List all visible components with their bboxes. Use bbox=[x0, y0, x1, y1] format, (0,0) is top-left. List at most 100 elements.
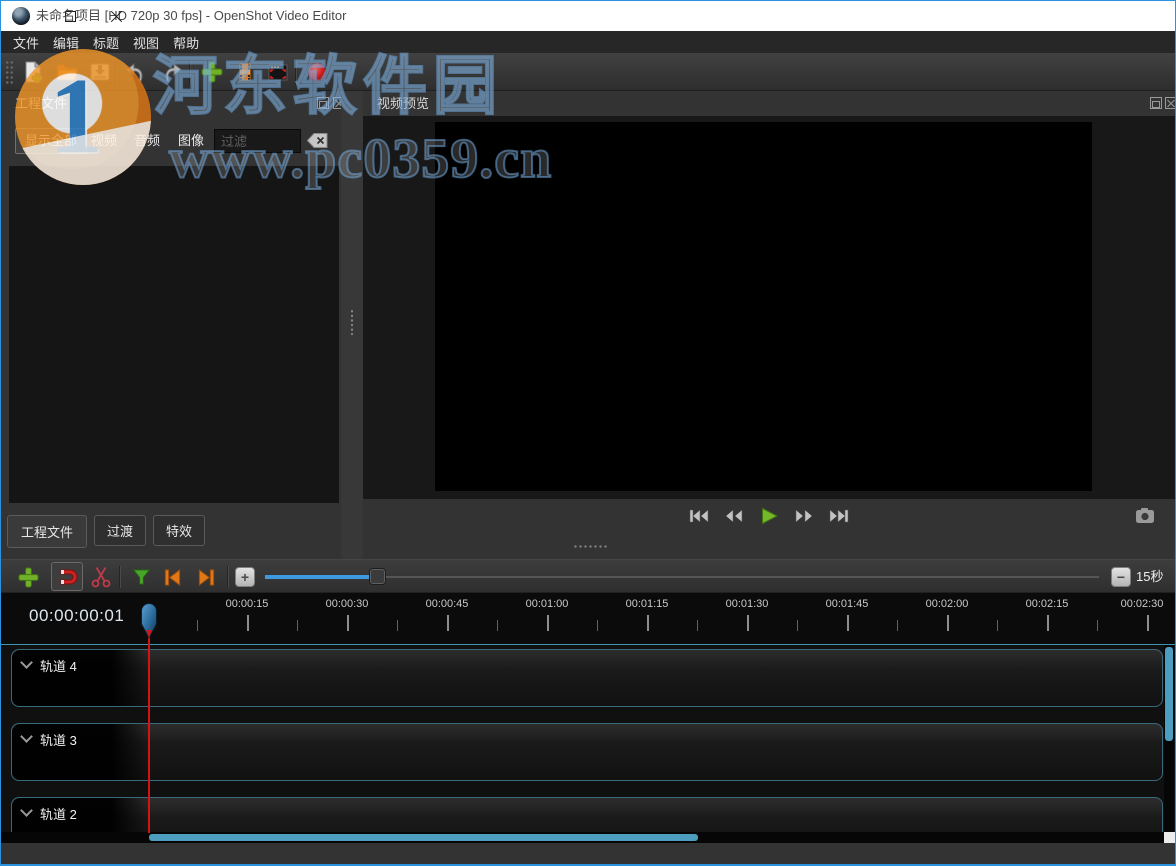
preview-panel-close-icon[interactable] bbox=[1165, 97, 1176, 109]
tab-project-files[interactable]: 工程文件 bbox=[7, 515, 87, 548]
menu-title[interactable]: 标题 bbox=[93, 33, 119, 52]
project-files-list[interactable] bbox=[9, 166, 339, 503]
snapping-toggle-button[interactable] bbox=[51, 562, 83, 591]
undo-icon bbox=[126, 61, 148, 83]
import-files-icon bbox=[201, 61, 223, 83]
undo-button[interactable] bbox=[123, 57, 151, 87]
track-2[interactable]: 轨道 2 bbox=[11, 797, 1163, 832]
track-3[interactable]: 轨道 3 bbox=[11, 723, 1163, 781]
vertical-scrollbar-thumb[interactable] bbox=[1165, 647, 1173, 741]
ruler-label: 00:01:45 bbox=[826, 598, 869, 610]
import-files-button[interactable] bbox=[198, 57, 226, 87]
toolbar-separator bbox=[189, 60, 190, 85]
play-icon bbox=[761, 508, 778, 524]
add-marker-button[interactable] bbox=[129, 565, 153, 589]
timeline-toolbar: + − 15秒 bbox=[1, 559, 1175, 593]
filter-image-button[interactable]: 图像 bbox=[178, 128, 204, 154]
save-project-icon bbox=[89, 61, 111, 83]
ruler-tick bbox=[697, 620, 698, 631]
export-video-button[interactable] bbox=[303, 57, 331, 87]
new-project-button[interactable] bbox=[19, 57, 47, 87]
razor-scissors-icon bbox=[90, 566, 112, 588]
fast-forward-button[interactable] bbox=[793, 507, 815, 525]
ruler-tick bbox=[897, 620, 898, 631]
toolbar-drag-handle[interactable] bbox=[5, 60, 14, 85]
razor-button[interactable] bbox=[89, 565, 113, 589]
snapshot-button[interactable] bbox=[1135, 507, 1155, 525]
app-icon bbox=[12, 7, 30, 25]
open-project-button[interactable] bbox=[53, 57, 81, 87]
current-time-display: 00:00:00:01 bbox=[29, 606, 124, 626]
toolbar-separator bbox=[115, 60, 116, 85]
redo-button[interactable] bbox=[157, 57, 185, 87]
menu-help[interactable]: 帮助 bbox=[173, 33, 199, 52]
timeline-ruler[interactable]: 00:00:00:01 00:00:15 00:00:30 00:00:45 0… bbox=[1, 593, 1175, 644]
save-project-button[interactable] bbox=[86, 57, 114, 87]
add-marker-icon bbox=[131, 567, 152, 587]
title-bar: 未命名项目 [HD 720p 30 fps] - OpenShot Video … bbox=[1, 1, 1175, 31]
ruler-tick bbox=[647, 615, 649, 631]
preview-panel-title: 视频预览 bbox=[377, 91, 429, 116]
clear-filter-button[interactable] bbox=[307, 133, 329, 149]
new-project-icon bbox=[22, 61, 44, 83]
ruler-tick bbox=[1097, 620, 1098, 631]
jump-to-start-icon bbox=[689, 509, 709, 523]
timeline-zoom-level: 15秒 bbox=[1136, 560, 1163, 594]
main-toolbar bbox=[1, 53, 1175, 91]
menu-view[interactable]: 视图 bbox=[133, 33, 159, 52]
track-name: 轨道 4 bbox=[40, 656, 77, 675]
zoom-in-button[interactable]: + bbox=[235, 567, 255, 587]
tab-effects[interactable]: 特效 bbox=[153, 515, 205, 546]
ruler-tick bbox=[197, 620, 198, 631]
filter-video-button[interactable]: 视频 bbox=[91, 128, 117, 154]
filter-input[interactable] bbox=[214, 129, 301, 153]
menu-file[interactable]: 文件 bbox=[13, 33, 39, 52]
add-track-button[interactable] bbox=[16, 565, 40, 589]
track-name: 轨道 2 bbox=[40, 804, 77, 823]
timeline-vertical-scrollbar[interactable] bbox=[1164, 645, 1174, 832]
ruler-label: 00:02:30 bbox=[1121, 598, 1164, 610]
camera-icon bbox=[1135, 507, 1155, 524]
timeline-horizontal-scrollbar[interactable] bbox=[1, 832, 1164, 843]
next-marker-button[interactable] bbox=[194, 565, 218, 589]
fullscreen-button[interactable] bbox=[264, 57, 292, 87]
next-marker-icon bbox=[196, 567, 217, 588]
chevron-down-icon[interactable] bbox=[20, 730, 33, 743]
video-preview-area bbox=[363, 116, 1175, 499]
track-name: 轨道 3 bbox=[40, 730, 77, 749]
filter-audio-button[interactable]: 音频 bbox=[134, 128, 160, 154]
panel-splitter[interactable] bbox=[341, 91, 363, 559]
ruler-label: 00:00:15 bbox=[226, 598, 269, 610]
ruler-tick bbox=[597, 620, 598, 631]
project-panel-float-icon[interactable] bbox=[317, 97, 329, 109]
menu-edit[interactable]: 编辑 bbox=[53, 33, 79, 52]
chevron-down-icon[interactable] bbox=[20, 804, 33, 817]
filter-show-all-button[interactable]: 显示全部 bbox=[15, 128, 87, 154]
toolbar-separator bbox=[227, 566, 228, 588]
timeline-zoom-slider[interactable] bbox=[265, 576, 1099, 578]
tab-transitions[interactable]: 过渡 bbox=[94, 515, 146, 546]
track-4[interactable]: 轨道 4 bbox=[11, 649, 1163, 707]
timeline-splitter-grip[interactable] bbox=[573, 544, 607, 549]
jump-to-end-button[interactable] bbox=[828, 507, 850, 525]
zoom-out-button[interactable]: − bbox=[1111, 567, 1131, 587]
rewind-button[interactable] bbox=[723, 507, 745, 525]
fullscreen-icon bbox=[267, 61, 289, 83]
ruler-tick bbox=[1047, 615, 1049, 631]
choose-profile-button[interactable] bbox=[231, 57, 259, 87]
previous-marker-button[interactable] bbox=[160, 565, 184, 589]
ruler-tick bbox=[497, 620, 498, 631]
jump-to-start-button[interactable] bbox=[688, 507, 710, 525]
timeline-tracks-area[interactable]: 轨道 4 轨道 3 轨道 2 bbox=[1, 644, 1175, 832]
playhead-marker[interactable] bbox=[140, 601, 158, 646]
menu-bar: 文件 编辑 标题 视图 帮助 bbox=[1, 31, 1175, 53]
ruler-tick bbox=[447, 615, 449, 631]
chevron-down-icon[interactable] bbox=[20, 656, 33, 669]
slider-fill bbox=[265, 575, 377, 579]
openshot-window: 未命名项目 [HD 720p 30 fps] - OpenShot Video … bbox=[0, 0, 1176, 866]
play-button[interactable] bbox=[758, 507, 780, 525]
slider-handle[interactable] bbox=[370, 569, 385, 584]
horizontal-scrollbar-thumb[interactable] bbox=[149, 834, 698, 841]
jump-to-end-icon bbox=[829, 509, 849, 523]
preview-panel-float-icon[interactable] bbox=[1150, 97, 1162, 109]
